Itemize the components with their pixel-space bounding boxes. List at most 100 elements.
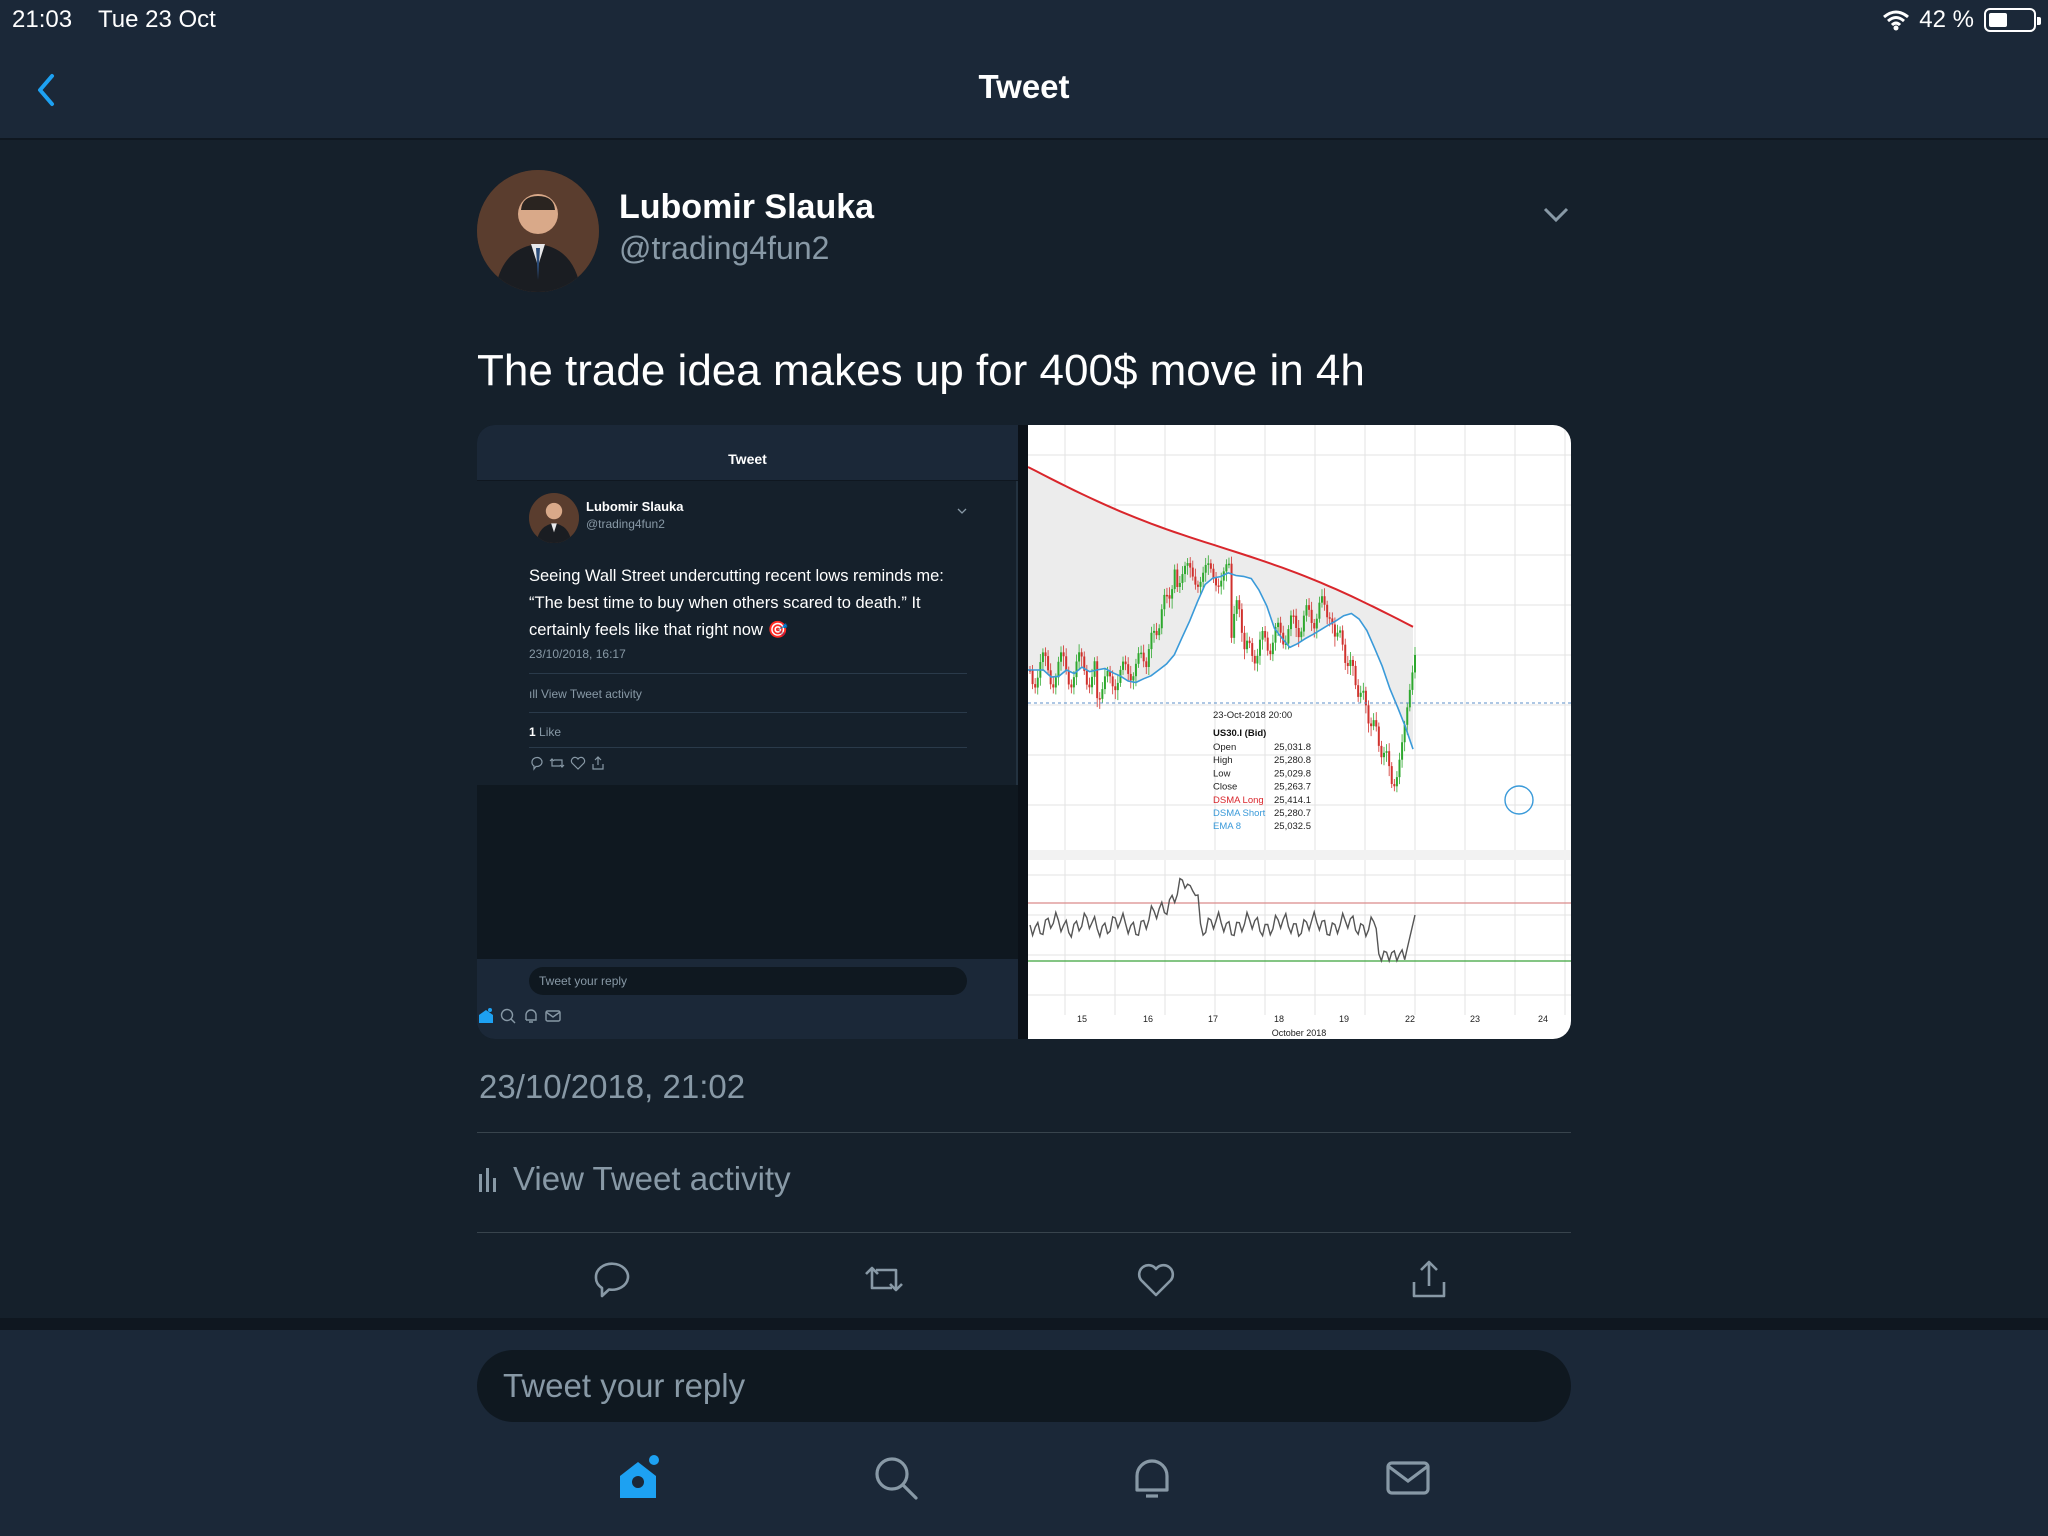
media-image-tweet-screenshot[interactable]: Tweet Lubomir Slauka @trading4fun2 Seein…	[477, 425, 1018, 1039]
mini-divider	[529, 712, 967, 713]
candle-body	[1354, 665, 1357, 686]
reply-input[interactable]	[477, 1350, 1571, 1422]
media-image-chart[interactable]: 23-Oct-2018 20:00 US30.I (Bid) Open 25,03…	[1028, 425, 1571, 1039]
candle-body	[1134, 663, 1137, 677]
home-icon[interactable]	[616, 1454, 664, 1502]
view-activity-link[interactable]: View Tweet activity	[477, 1160, 791, 1198]
x-tick-label: 24	[1538, 1014, 1548, 1024]
candle-body	[1106, 670, 1109, 677]
candle-body	[1277, 622, 1280, 628]
candle-body	[1401, 742, 1404, 760]
candle-body	[1176, 569, 1179, 587]
candle-body	[1147, 649, 1150, 668]
candle-body	[1414, 655, 1416, 673]
candle-body	[1171, 589, 1174, 599]
mini-likes-count: 1	[529, 725, 536, 739]
candle-body	[1398, 759, 1401, 778]
candle-body	[1142, 652, 1145, 662]
candle-body	[1258, 639, 1261, 656]
candle-body	[1153, 630, 1156, 633]
candle-body	[1248, 640, 1251, 644]
candle-body	[1233, 613, 1236, 638]
x-tick-label: 16	[1143, 1014, 1153, 1024]
candle-body	[1323, 596, 1326, 605]
mini-search-icon	[501, 1008, 516, 1024]
candle-body	[1336, 632, 1339, 637]
candle-body	[1235, 600, 1238, 614]
candle-body	[1140, 652, 1143, 655]
tooltip-row-label: DSMA Short	[1213, 808, 1266, 819]
candle-body	[1246, 640, 1249, 650]
candle-body	[1088, 684, 1091, 688]
candle-body	[1359, 692, 1362, 697]
candle-body	[1158, 628, 1161, 636]
reply-icon[interactable]	[591, 1258, 633, 1300]
notifications-icon[interactable]	[1128, 1454, 1176, 1502]
status-time: 21:03	[12, 6, 73, 33]
candle-body	[1150, 632, 1153, 650]
mini-divider	[529, 673, 967, 674]
retweet-icon[interactable]	[863, 1258, 905, 1300]
messages-icon[interactable]	[1384, 1454, 1432, 1502]
candle-body	[1199, 581, 1202, 587]
mini-notifications-icon	[525, 1009, 537, 1023]
candle-body	[1256, 655, 1259, 664]
avatar-image	[477, 170, 599, 292]
mini-action-bar	[529, 755, 967, 785]
mini-reply-icon	[531, 756, 543, 771]
activity-label: View Tweet activity	[513, 1160, 791, 1197]
candle-body	[1044, 652, 1047, 657]
candle-body	[1178, 582, 1181, 587]
candle-body	[1085, 670, 1088, 685]
mini-author-name: Lubomir Slauka	[586, 499, 684, 514]
candle-body	[1212, 568, 1215, 578]
candle-body	[1388, 751, 1391, 767]
tooltip-row-label: DSMA Long	[1213, 795, 1264, 806]
candle-body	[1220, 580, 1223, 587]
battery-icon	[1984, 8, 2041, 32]
candle-body	[1101, 689, 1104, 699]
chevron-down-icon[interactable]	[1541, 202, 1571, 226]
share-icon[interactable]	[1408, 1258, 1450, 1300]
page-title: Tweet	[978, 68, 1070, 105]
candle-body	[1297, 627, 1300, 638]
tooltip-row-value: 25,029.8	[1274, 768, 1311, 779]
candle-body	[1251, 643, 1254, 656]
x-tick-label: 15	[1077, 1014, 1087, 1024]
candle-body	[1279, 622, 1282, 633]
candle-body	[1215, 577, 1218, 586]
mini-timestamp: 23/10/2018, 16:17	[529, 647, 626, 661]
candle-body	[1173, 569, 1176, 590]
candle-body	[1393, 783, 1396, 787]
mini-nav-bar: Tweet	[477, 425, 1018, 481]
tweet-media[interactable]: Tweet Lubomir Slauka @trading4fun2 Seein…	[477, 425, 1571, 1039]
candle-body	[1070, 684, 1073, 688]
candle-body	[1052, 684, 1055, 688]
x-tick-label: 22	[1405, 1014, 1415, 1024]
chart-tooltip: 23-Oct-2018 20:00 US30.I (Bid) Open 25,03…	[1213, 710, 1311, 832]
candle-body	[1184, 565, 1187, 575]
mini-home-icon	[479, 1008, 493, 1023]
tweet-action-bar	[477, 1250, 1571, 1310]
author-name[interactable]: Lubomir Slauka	[619, 188, 874, 227]
tooltip-row-value: 25,280.7	[1274, 808, 1311, 819]
candle-body	[1308, 605, 1311, 610]
mini-tweet-text: Seeing Wall Street undercutting recent l…	[529, 567, 944, 639]
candle-body	[1080, 652, 1083, 657]
candle-body	[1264, 631, 1267, 638]
tooltip-row-label: Open	[1213, 742, 1236, 753]
like-icon[interactable]	[1135, 1258, 1177, 1300]
search-icon[interactable]	[872, 1454, 920, 1502]
chart-ma-band	[1028, 467, 1413, 750]
candle-body	[1380, 745, 1383, 758]
candle-body	[1137, 653, 1140, 664]
candle-body	[1122, 661, 1125, 670]
candle-body	[1305, 605, 1308, 616]
candle-body	[1318, 602, 1321, 619]
status-bar: 21:03 Tue 23 Oct 42 %	[0, 0, 2048, 40]
candle-body	[1091, 676, 1094, 688]
mini-author-handle: @trading4fun2	[586, 517, 665, 531]
avatar[interactable]	[477, 170, 599, 292]
tooltip-date: 23-Oct-2018 20:00	[1213, 710, 1292, 721]
author-handle[interactable]: @trading4fun2	[619, 230, 829, 267]
